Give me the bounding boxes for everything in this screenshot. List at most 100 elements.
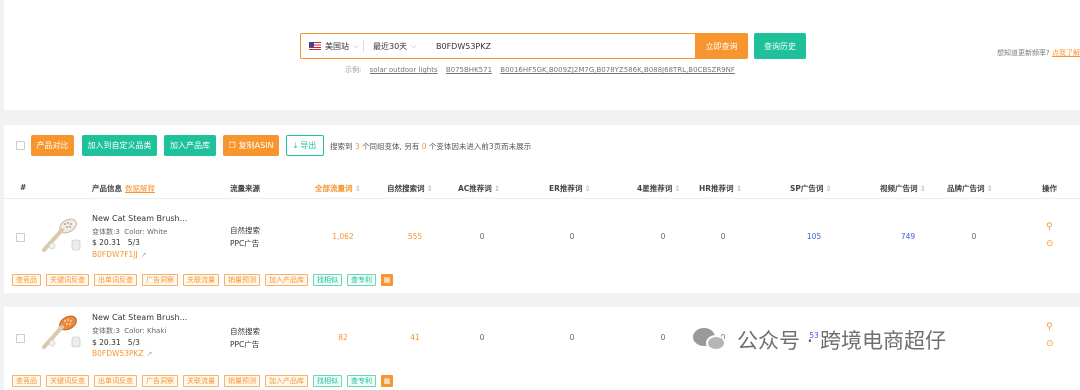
search-icon[interactable]: ⚲ (1046, 222, 1053, 232)
product-image[interactable] (38, 313, 82, 353)
price: $ 20.31 (92, 338, 121, 347)
watermark: 公众号 · 跨境电商超仔 (693, 325, 946, 355)
external-link-icon[interactable]: ↗ (147, 350, 153, 358)
col-hr[interactable]: HR推荐词 ⇕ (699, 183, 742, 194)
calendar-icon[interactable]: ▦ (381, 375, 393, 387)
tag-check-competitor[interactable]: 查竞品 (12, 274, 41, 286)
all-keywords-value[interactable]: 82 (323, 333, 363, 342)
sp-value[interactable]: 105 (794, 232, 834, 241)
add-library-button[interactable]: 加入产品库 (164, 135, 216, 156)
asin-link[interactable]: B0FDW7F1JJ (92, 250, 138, 259)
organic-value[interactable]: 555 (395, 232, 435, 241)
history-button[interactable]: 查询历史 (754, 33, 806, 59)
tag-ad-insight[interactable]: 广告洞察 (142, 274, 178, 286)
search-input[interactable] (426, 41, 686, 51)
tag-keyword-reverse[interactable]: 关键词反查 (46, 274, 89, 286)
col-source: 流量来源 (230, 184, 260, 193)
row-checkbox[interactable] (16, 334, 25, 343)
wechat-logo-icon (693, 326, 729, 354)
tag-ad-insight[interactable]: 广告洞察 (142, 375, 178, 387)
tag-check-competitor[interactable]: 查竞品 (12, 375, 41, 387)
col-product-label: 产品信息 (92, 184, 122, 193)
external-link-icon[interactable]: ↗ (141, 251, 147, 259)
query-button[interactable]: 立即查询 (695, 33, 748, 59)
tag-sales-forecast[interactable]: 销量预测 (224, 375, 260, 387)
tag-check-patent[interactable]: 查专利 (347, 375, 376, 387)
col-all-keywords[interactable]: 全部流量词 ⇕ (315, 183, 361, 194)
tag-related-traffic[interactable]: 关联流量 (183, 375, 219, 387)
tag-find-similar[interactable]: 找相似 (313, 375, 342, 387)
video-value[interactable]: 749 (888, 232, 928, 241)
tag-related-traffic[interactable]: 关联流量 (183, 274, 219, 286)
export-button[interactable]: ⤓ 导出 (286, 135, 324, 156)
tag-order-keyword-reverse[interactable]: 出单词反查 (94, 375, 137, 387)
row-checkbox[interactable] (16, 233, 25, 242)
search-icon[interactable]: ⚲ (1046, 322, 1053, 332)
add-custom-category-button[interactable]: 加入到自定义品类 (82, 135, 157, 156)
variant-color: Color: White (124, 228, 168, 236)
product-asin[interactable]: B0FDW53PKZ ↗ (92, 349, 152, 358)
watermark-text: 公众号 · 跨境电商超仔 (737, 329, 947, 353)
chevron-down-icon: ⌵ (411, 41, 417, 50)
date-range-select[interactable]: 最近30天 ⌵ (364, 34, 426, 58)
variant-count: 变体数:3 (92, 228, 120, 236)
col-sp[interactable]: SP广告词 ⇕ (790, 183, 832, 194)
tag-add-library[interactable]: 加入产品库 (265, 375, 308, 387)
col-4star[interactable]: 4星推荐词 ⇕ (637, 183, 681, 194)
col-er[interactable]: ER推荐词 ⇕ (549, 183, 591, 194)
example-link[interactable]: solar outdoor lights (370, 66, 438, 74)
sort-icon: ⇕ (735, 184, 742, 193)
select-all-checkbox[interactable] (16, 141, 25, 150)
update-frequency-notice: 想知道更新频率? 点我了解 (997, 48, 1080, 58)
tag-sales-forecast[interactable]: 销量预测 (224, 274, 260, 286)
product-asin[interactable]: B0FDW7F1JJ ↗ (92, 250, 147, 259)
col-brand[interactable]: 品牌广告词 ⇕ (947, 183, 993, 194)
compare-button[interactable]: 产品对比 (31, 135, 74, 156)
col-ops: 操作 (1042, 184, 1057, 193)
search-examples: 示例: solar outdoor lights B075BHK571 B001… (345, 65, 735, 75)
data-explain-link[interactable]: 数据解释 (125, 184, 155, 193)
col-organic[interactable]: 自然搜索词 ⇕ (387, 183, 433, 194)
site-select[interactable]: 美国站 ⌵ (301, 34, 363, 58)
result-prefix: 搜索到 (330, 142, 353, 151)
col-ac[interactable]: AC推荐词 ⇕ (458, 183, 500, 194)
asin-link[interactable]: B0FDW53PKZ (92, 349, 144, 358)
product-price-rating: $ 20.31 5/3 (92, 238, 140, 247)
col-er-label: ER推荐词 (549, 184, 583, 193)
col-video[interactable]: 视频广告词 ⇕ (880, 183, 926, 194)
product-title[interactable]: New Cat Steam Brush... (92, 214, 187, 223)
organic-value[interactable]: 41 (395, 333, 435, 342)
calendar-icon[interactable]: ▦ (381, 274, 393, 286)
tag-check-patent[interactable]: 查专利 (347, 274, 376, 286)
col-ac-label: AC推荐词 (458, 184, 492, 193)
copy-asin-label: 复制ASIN (238, 141, 274, 150)
variant-color: Color: Khaki (124, 327, 167, 335)
product-title[interactable]: New Cat Steam Brush... (92, 313, 187, 322)
example-link[interactable]: B0016HF5GK,B009ZJ2M7G,B078YZ586K,B088J68… (500, 66, 735, 74)
product-variants: 变体数:3 Color: White (92, 227, 167, 237)
tag-keyword-reverse[interactable]: 关键词反查 (46, 375, 89, 387)
result-suffix: 个变体因未进入前3页而未展示 (428, 142, 532, 151)
ac-value: 0 (479, 333, 485, 342)
copy-asin-button[interactable]: ❐ 复制ASIN (223, 135, 279, 156)
product-image[interactable] (38, 216, 82, 256)
tag-find-similar[interactable]: 找相似 (313, 274, 342, 286)
sort-icon: ⇕ (354, 184, 361, 193)
search-panel: 美国站 ⌵ 最近30天 ⌵ 立即查询 查询历史 示例: solar outdoo… (4, 0, 1080, 110)
update-frequency-text: 想知道更新频率? (997, 49, 1050, 57)
tag-add-library[interactable]: 加入产品库 (265, 274, 308, 286)
er-value: 0 (569, 232, 575, 241)
location-pin-icon[interactable]: ⊙ (1046, 339, 1054, 349)
tag-order-keyword-reverse[interactable]: 出单词反查 (94, 274, 137, 286)
product-price-rating: $ 20.31 5/3 (92, 338, 140, 347)
update-frequency-link[interactable]: 点我了解 (1052, 49, 1080, 57)
source-ppc: PPC广告 (230, 239, 260, 248)
price: $ 20.31 (92, 238, 121, 247)
col-sp-label: SP广告词 (790, 184, 824, 193)
rating: 5/3 (127, 338, 140, 347)
row-divider (4, 293, 1080, 307)
all-keywords-value[interactable]: 1,062 (323, 232, 363, 241)
example-link[interactable]: B075BHK571 (446, 66, 492, 74)
location-pin-icon[interactable]: ⊙ (1046, 239, 1054, 249)
hidden-variant-count: 0 (421, 142, 427, 151)
